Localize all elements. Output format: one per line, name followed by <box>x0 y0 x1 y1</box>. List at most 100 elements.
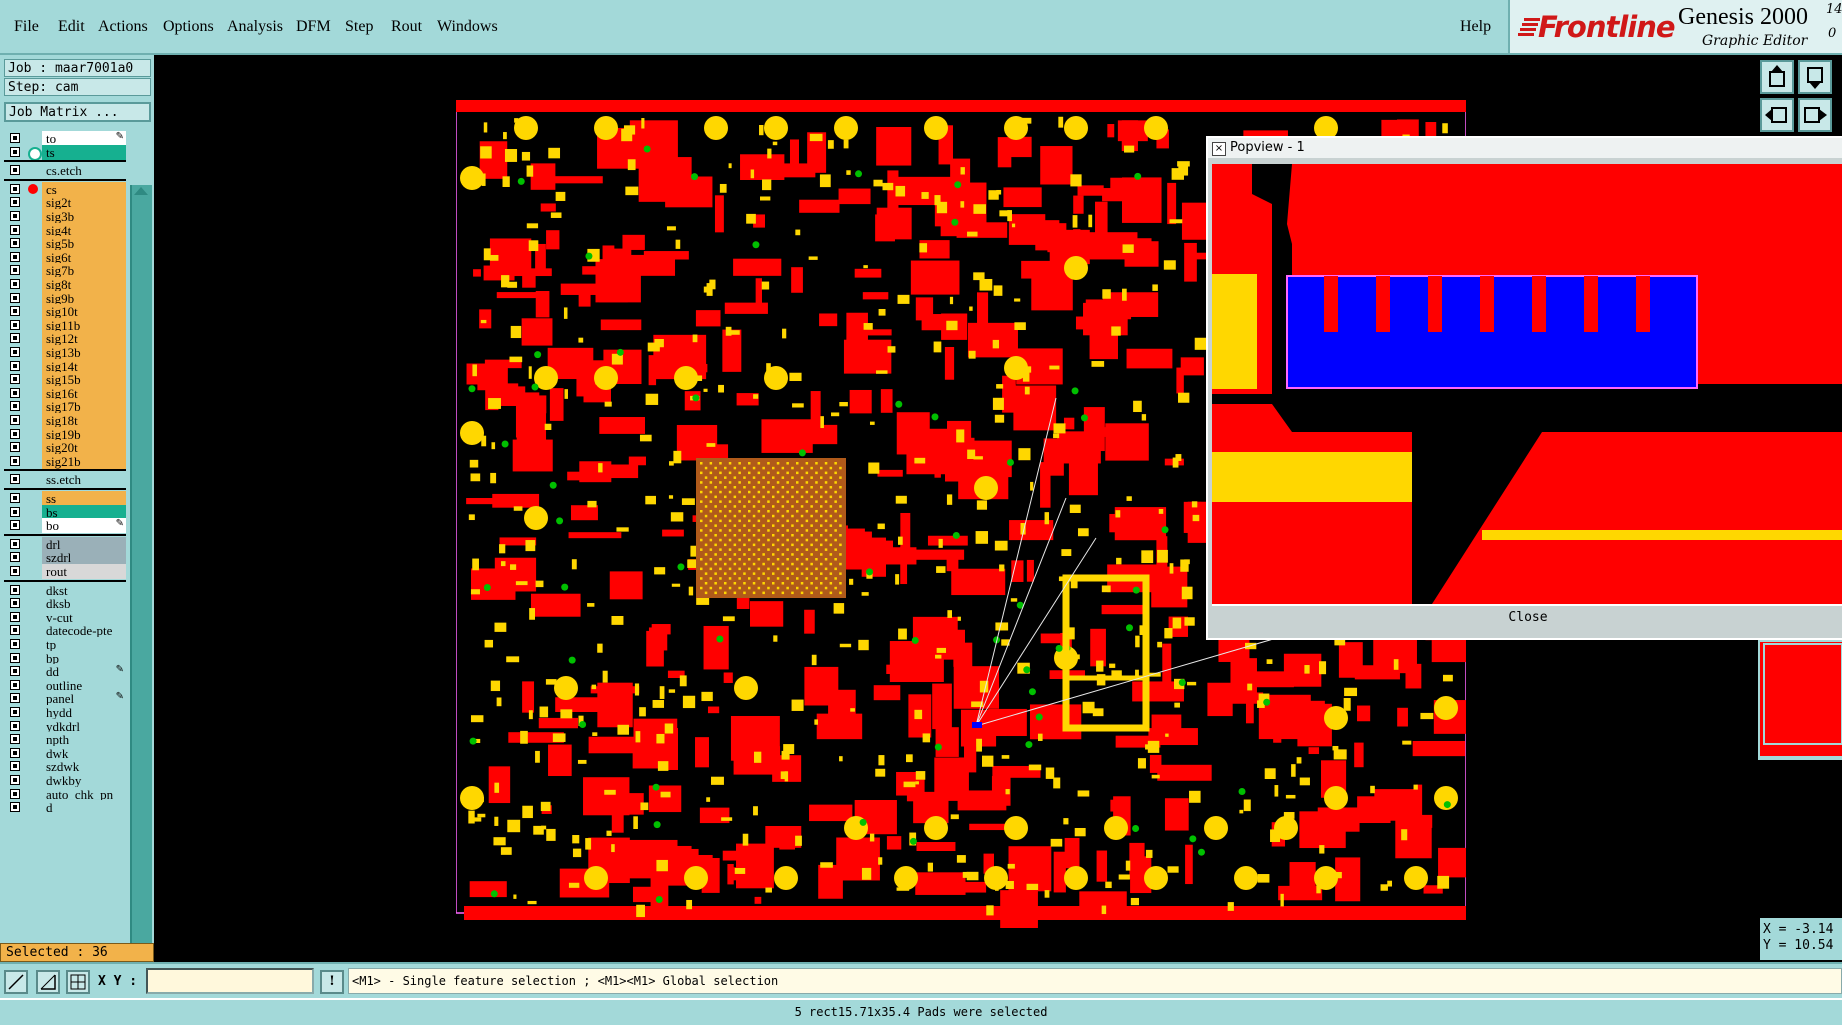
pan-left-button[interactable] <box>1760 98 1794 132</box>
layer-checkbox[interactable] <box>10 584 20 595</box>
popview-close-button[interactable]: Close <box>1212 604 1842 630</box>
layer-checkbox[interactable] <box>10 625 20 636</box>
job-matrix-button[interactable]: Job Matrix ... <box>4 102 151 122</box>
layer-checkbox[interactable] <box>10 319 20 330</box>
layer-checkbox[interactable] <box>10 133 20 143</box>
layer-checkbox[interactable] <box>10 374 20 385</box>
layer-checkbox[interactable] <box>10 552 20 563</box>
via <box>954 181 962 189</box>
layer-checkbox[interactable] <box>10 455 20 466</box>
via <box>866 568 874 576</box>
layer-checkbox[interactable] <box>10 224 20 235</box>
layer-row-ss.etch[interactable]: ss.etch <box>4 472 126 488</box>
layer-row-bo[interactable]: bo ✎ <box>4 518 126 534</box>
layer-checkbox[interactable] <box>10 720 20 731</box>
layer-checkbox[interactable] <box>10 639 20 649</box>
smd-pad <box>469 459 479 468</box>
layer-checkbox[interactable] <box>10 292 20 303</box>
bga-ball <box>829 486 833 489</box>
layer-checkbox[interactable] <box>10 693 20 704</box>
via <box>911 636 919 644</box>
bga-ball <box>815 490 818 494</box>
menu-rout[interactable]: Rout <box>391 18 422 36</box>
layer-checkbox[interactable] <box>10 165 20 176</box>
layer-checkbox[interactable] <box>10 666 20 677</box>
popview-zoom-canvas[interactable] <box>1212 164 1842 604</box>
bga-ball <box>772 562 775 566</box>
layer-checkbox[interactable] <box>10 442 20 453</box>
zoom-home-button[interactable] <box>1760 60 1794 94</box>
layer-checkbox[interactable] <box>10 387 20 398</box>
menu-analysis[interactable]: Analysis <box>227 18 283 36</box>
info-button[interactable]: ! <box>320 970 344 994</box>
layer-checkbox[interactable] <box>10 211 20 221</box>
menu-actions[interactable]: Actions <box>98 18 148 36</box>
bga-ball <box>719 567 722 571</box>
mounting-hole <box>584 866 608 890</box>
layer-row-rout[interactable]: rout <box>4 564 126 579</box>
layer-checkbox[interactable] <box>10 238 20 249</box>
layer-checkbox[interactable] <box>10 679 20 690</box>
menu-help[interactable]: Help <box>1460 18 1491 36</box>
bga-ball <box>704 591 708 595</box>
layer-checkbox[interactable] <box>10 347 20 357</box>
smd-pad <box>1101 585 1111 593</box>
layer-checkbox[interactable] <box>10 775 20 785</box>
layer-checkbox[interactable] <box>10 183 20 194</box>
layer-checkbox[interactable] <box>10 538 20 549</box>
select-tool-button[interactable] <box>4 970 28 994</box>
layer-checkbox[interactable] <box>10 520 20 531</box>
popview-titlebar[interactable]: × Popview - 1 <box>1208 138 1842 158</box>
xy-input[interactable] <box>146 968 314 994</box>
menu-edit[interactable]: Edit <box>58 18 85 36</box>
layer-row-d[interactable]: d <box>4 800 126 816</box>
layer-checkbox[interactable] <box>10 707 20 717</box>
layer-list-scrollbar[interactable] <box>130 185 152 991</box>
layer-checkbox[interactable] <box>10 474 20 485</box>
layer-checkbox[interactable] <box>10 652 20 663</box>
layer-checkbox[interactable] <box>10 611 20 622</box>
layer-checkbox[interactable] <box>10 598 20 609</box>
layer-checkbox[interactable] <box>10 360 20 371</box>
layer-row-cs.etch[interactable]: cs.etch <box>4 163 126 179</box>
close-icon[interactable]: × <box>1212 142 1226 156</box>
mounting-hole <box>460 421 484 445</box>
layer-checkbox[interactable] <box>10 415 20 425</box>
layer-row-ts[interactable]: ts <box>4 144 126 161</box>
layer-checkbox[interactable] <box>10 265 20 276</box>
layer-checkbox[interactable] <box>10 747 20 758</box>
layer-checkbox[interactable] <box>10 333 20 344</box>
scroll-up-icon[interactable] <box>132 185 150 197</box>
zoom-fit-button[interactable] <box>1798 60 1832 94</box>
smd-pad <box>986 905 994 916</box>
layer-checkbox[interactable] <box>10 146 20 157</box>
layer-checkbox[interactable] <box>10 279 20 289</box>
layer-checkbox[interactable] <box>10 761 20 772</box>
layer-row-sig21b[interactable]: sig21b <box>4 453 126 469</box>
layer-checkbox[interactable] <box>10 428 20 439</box>
bga-ball <box>820 495 823 499</box>
grid-tool-button[interactable] <box>66 970 90 994</box>
layer-checkbox[interactable] <box>10 251 20 262</box>
bga-ball <box>762 553 765 556</box>
menu-step[interactable]: Step <box>345 18 373 36</box>
layer-checkbox[interactable] <box>10 566 20 576</box>
smd-pad <box>627 159 636 171</box>
layer-checkbox[interactable] <box>10 788 20 799</box>
menu-windows[interactable]: Windows <box>437 18 498 36</box>
layer-checkbox[interactable] <box>10 802 20 813</box>
layer-checkbox[interactable] <box>10 306 20 317</box>
layer-checkbox[interactable] <box>10 734 20 745</box>
pan-right-button[interactable] <box>1798 98 1832 132</box>
smd-pad <box>472 364 477 377</box>
layer-checkbox[interactable] <box>10 506 20 517</box>
measure-tool-button[interactable] <box>36 970 60 994</box>
copper-area <box>1273 724 1282 743</box>
layer-checkbox[interactable] <box>10 493 20 503</box>
overview-map[interactable] <box>1758 640 1842 760</box>
menu-options[interactable]: Options <box>163 18 214 36</box>
layer-checkbox[interactable] <box>10 401 20 412</box>
menu-file[interactable]: File <box>14 18 39 36</box>
menu-dfm[interactable]: DFM <box>296 18 331 36</box>
layer-checkbox[interactable] <box>10 197 20 208</box>
